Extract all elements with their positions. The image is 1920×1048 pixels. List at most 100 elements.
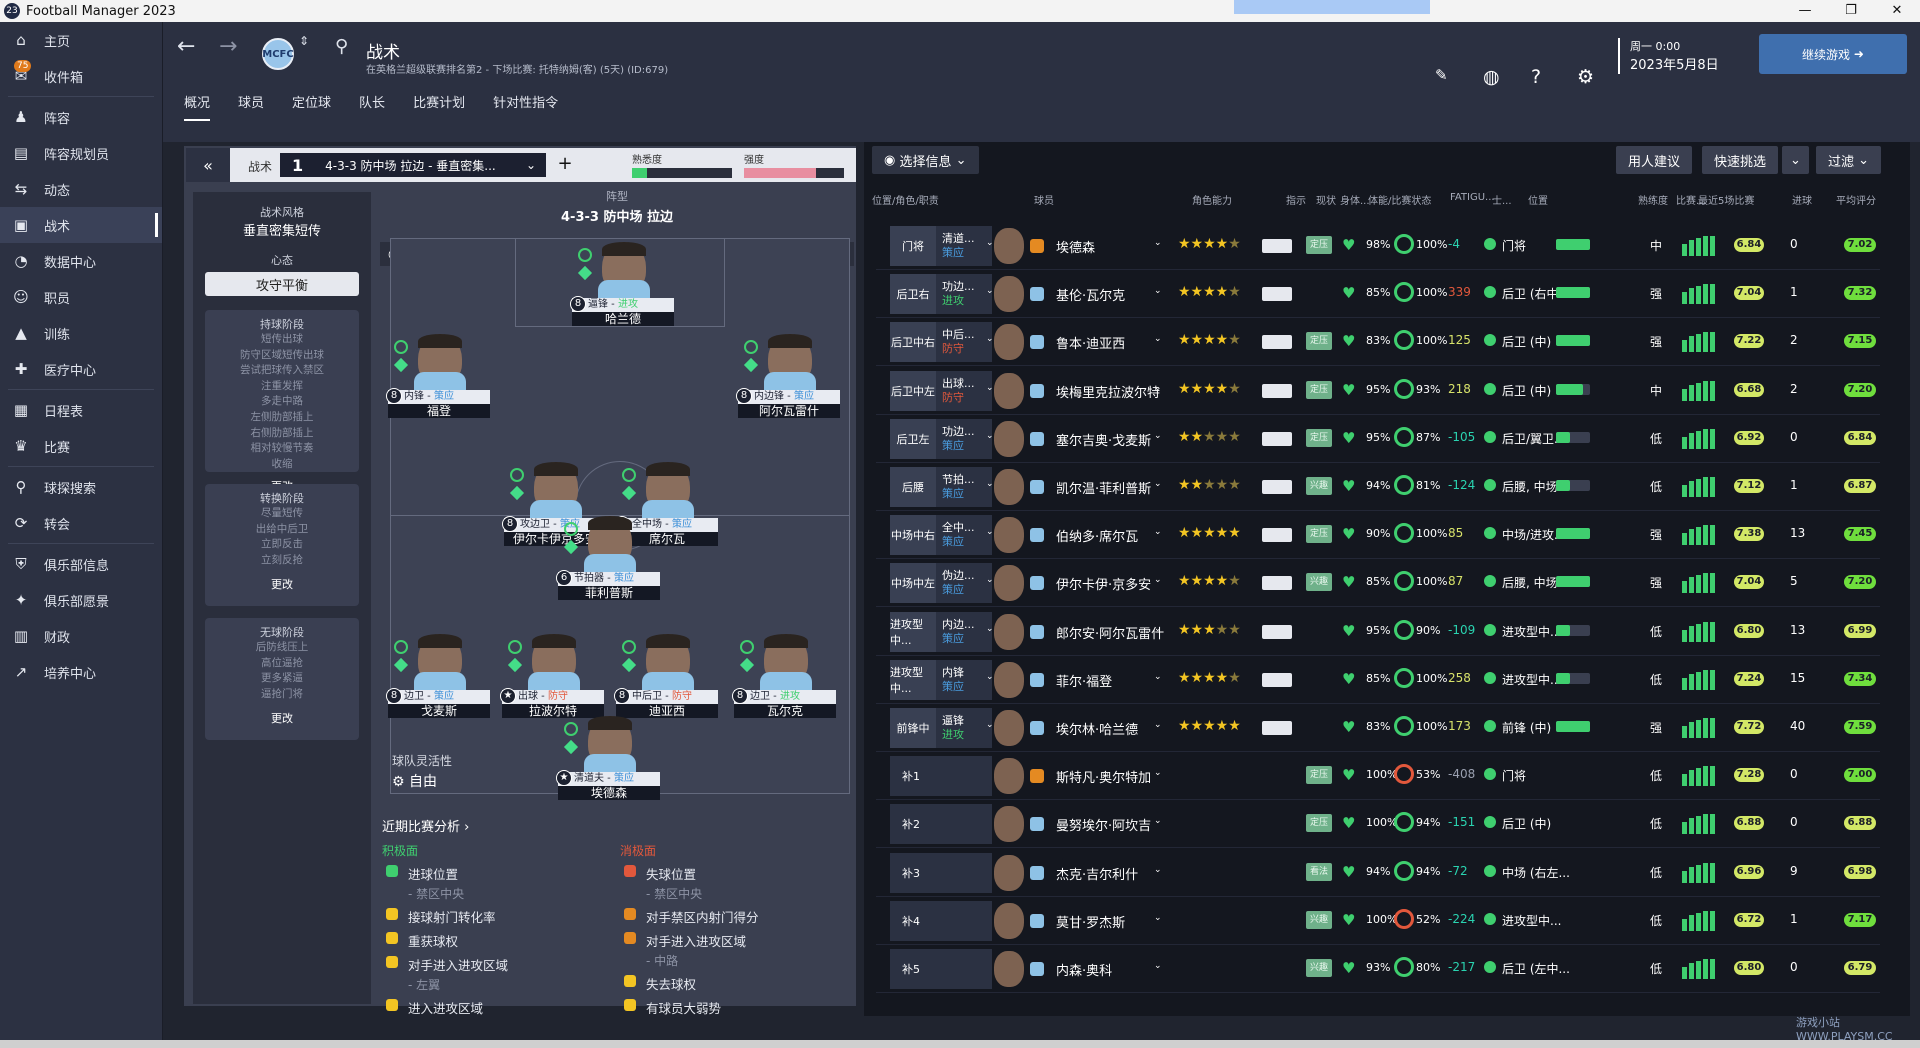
sidebar-item-dynamics[interactable]: ⇆ 动态	[0, 171, 162, 207]
transition-more[interactable]: 更改	[205, 576, 359, 592]
chevron-down-icon[interactable]: ⌄	[1154, 913, 1162, 923]
table-row[interactable]: 门将 清道... 策应 ⌄ 埃德森 ⌄ ★★★★★ 定压 ♥ 98% 100% -4 门将中 6.84 0 7…	[876, 222, 1880, 268]
player-role[interactable]: 逼锋 - 进攻	[572, 298, 674, 312]
chevron-down-icon[interactable]: ⌄	[986, 334, 994, 344]
chevron-down-icon[interactable]: ⌄	[1154, 672, 1162, 682]
table-row[interactable]: 后卫右 功边... 进攻 ⌄ 基伦·瓦尔克 ⌄ ★★★★★ ♥ 85% 100% 339 后卫 (右中…	[876, 270, 1880, 316]
row-position[interactable]: 补2	[890, 804, 992, 845]
player-name[interactable]: 瓦尔克	[734, 704, 836, 718]
chevron-down-icon[interactable]: ⌄	[986, 286, 994, 296]
column-header[interactable]: 现状	[1316, 192, 1336, 207]
add-tactic-icon[interactable]: +	[552, 153, 578, 177]
club-logo[interactable]: MCFC	[262, 38, 294, 70]
instruction-toggle[interactable]	[1262, 335, 1292, 350]
chevron-down-icon[interactable]: ⌄	[986, 575, 994, 585]
column-header[interactable]: 体能/比赛状态	[1368, 192, 1431, 207]
pitch-player[interactable]: 中后卫 - 防守 迪亚西 8	[614, 634, 718, 720]
chevron-down-icon[interactable]: ⌄	[1154, 816, 1162, 826]
instruction-toggle[interactable]	[1262, 239, 1292, 253]
column-header[interactable]: 身体...	[1340, 192, 1370, 207]
chevron-down-icon[interactable]: ⌄	[1154, 431, 1162, 441]
row-role[interactable]: 内边... 策应	[936, 611, 992, 652]
table-row[interactable]: 中场中右 全中... 策应 ⌄ 伯纳多·席尔瓦 ⌄ ★★★★★ 定压 ♥ 90% 100% 85 中场/…	[876, 511, 1880, 557]
player-role[interactable]: 清道夫 - 策应	[558, 772, 660, 786]
instruction-toggle[interactable]	[1262, 624, 1292, 639]
sidebar-item-transfer[interactable]: ⟳ 转会	[0, 505, 162, 541]
table-row[interactable]: 进攻型中... 内边... 策应 ⌄ 郎尔安·阿尔瓦雷什 ⌄ ★★★★★ ♥ 95% 90% -10…	[876, 608, 1880, 654]
pitch-player[interactable]: 出球 - 防守 拉波尔特 ★	[500, 634, 604, 720]
table-row[interactable]: 进攻型中... 内锋 策应 ⌄ 菲尔·福登 ⌄ ★★★★★ ♥ 85% 100% 258 进攻型中..…	[876, 656, 1880, 702]
row-position[interactable]: 补1	[890, 756, 992, 797]
chevron-down-icon[interactable]: ⌄	[986, 383, 994, 393]
row-role[interactable]: 中后... 防守	[936, 322, 992, 363]
player-name[interactable]: 菲利普斯	[558, 586, 660, 600]
player-role[interactable]: 出球 - 防守	[502, 690, 604, 704]
tab-3[interactable]: 队长	[359, 92, 385, 121]
column-header[interactable]: 最近5场比赛	[1698, 192, 1754, 207]
chevron-down-icon[interactable]: ⌄	[1154, 865, 1162, 875]
player-role[interactable]: 内边锋 - 策应	[738, 390, 840, 404]
instruction-toggle[interactable]	[1262, 431, 1292, 446]
row-position[interactable]: 进攻型中...	[890, 611, 936, 652]
sidebar-item-tactics[interactable]: ▣ 战术	[0, 207, 162, 243]
table-row[interactable]: 补3 杰克·吉尔利什 ⌄ 看法 ♥ 94% 94% -72 中场 (右左... 低 6.96 9 6.9…	[876, 849, 1880, 895]
row-role[interactable]: 逼锋 进攻	[936, 708, 992, 748]
chevron-down-icon[interactable]: ⌄	[1154, 624, 1162, 634]
player-name[interactable]: 哈兰德	[572, 312, 674, 326]
column-header[interactable]: FATIGU...	[1450, 192, 1495, 203]
player-role[interactable]: 边卫 - 进攻	[734, 690, 836, 704]
chevron-down-icon[interactable]: ⌄	[1154, 383, 1162, 393]
row-position[interactable]: 后卫左	[890, 418, 936, 459]
advice-button[interactable]: 用人建议	[1616, 146, 1693, 174]
back-arrow-icon[interactable]: ←	[177, 34, 195, 59]
tab-2[interactable]: 定位球	[292, 92, 331, 121]
pitch-player[interactable]: 边卫 - 进攻 瓦尔克 8	[732, 634, 836, 720]
column-header[interactable]: 士...	[1492, 192, 1512, 207]
search-icon[interactable]: ⚲	[335, 36, 348, 57]
table-row[interactable]: 后腰 节拍... 策应 ⌄ 凯尔温·菲利普斯 ⌄ ★★★★★ 兴趣 ♥ 94% 81% -124 后腰,…	[876, 463, 1880, 509]
row-role[interactable]: 节拍... 策应	[936, 467, 992, 507]
sidebar-item-training[interactable]: ▲ 训练	[0, 315, 162, 351]
table-row[interactable]: 补4 莫甘·罗杰斯 ⌄ 兴趣 ♥ 100% 52% -224 进攻型中... 低 6.72 1 7.17	[876, 897, 1880, 943]
player-role[interactable]: 内锋 - 策应	[388, 390, 490, 404]
quick-pick-chevron-icon[interactable]: ⌄	[1782, 146, 1809, 174]
sidebar-item-data[interactable]: ◔ 数据中心	[0, 243, 162, 279]
table-row[interactable]: 补1 斯特凡·奥尔特加 ⌄ 定压 ♥ 100% 53% -408 门将低 7.28 0 7.00	[876, 752, 1880, 798]
formation-select[interactable]: 4-3-3 防中场 拉边	[378, 206, 856, 225]
chevron-down-icon[interactable]: ⌄	[986, 238, 994, 248]
row-role[interactable]: 功边... 策应	[936, 418, 992, 459]
club-switch-icon[interactable]: ⇕	[299, 34, 309, 48]
quick-pick-button[interactable]: 快速挑选	[1702, 146, 1779, 174]
tactic-select[interactable]: 1 4-3-3 防中场 拉边 - 垂直密集... ⌄	[280, 153, 546, 177]
chevron-down-icon[interactable]: ⌄	[986, 720, 994, 730]
tab-0[interactable]: 概况	[184, 92, 211, 121]
table-row[interactable]: 补5 内森·奥科 ⌄ 兴趣 ♥ 93% 80% -217 后卫 (左中... 低 6.80 0 6.79	[876, 945, 1880, 991]
pitch-player[interactable]: 边卫 - 策应 戈麦斯 8	[386, 634, 490, 720]
chevron-down-icon[interactable]: ⌄	[1154, 961, 1162, 971]
player-name[interactable]: 戈麦斯	[388, 704, 490, 718]
style-box[interactable]: 战术风格 垂直密集短传	[193, 204, 371, 239]
column-header[interactable]: 位置	[1528, 192, 1548, 207]
sidebar-item-development[interactable]: ↗ 培养中心	[0, 654, 162, 690]
continue-button[interactable]: 继续游戏 ➜	[1759, 34, 1907, 74]
sidebar-item-finance[interactable]: ▥ 财政	[0, 618, 162, 654]
row-position[interactable]: 补5	[890, 949, 992, 989]
table-row[interactable]: 后卫中左 出球... 防守 ⌄ 埃梅里克拉波尔特 ⌄ ★★★★★ 定压 ♥ 95% 93% 218 后卫…	[876, 367, 1880, 413]
analysis-title[interactable]: 近期比赛分析 ›	[382, 816, 856, 835]
minimize-icon[interactable]: —	[1782, 0, 1828, 22]
sidebar-item-calendar[interactable]: ▦ 日程表	[0, 392, 162, 428]
chevron-down-icon[interactable]: ⌄	[986, 624, 994, 634]
table-row[interactable]: 中场中左 伪边... 策应 ⌄ 伊尔卡伊·京多安 ⌄ ★★★★★ 兴趣 ♥ 85% 100% 87 后腰…	[876, 559, 1880, 605]
row-position[interactable]: 前锋中	[890, 708, 936, 748]
column-header[interactable]: 进球	[1792, 192, 1812, 207]
in-possession-section[interactable]: 持球阶段 短传出球 防守区域短传出球 尝试把球传入禁区 注重发挥 多走中路 左侧肋部插上右…	[205, 310, 359, 493]
instruction-toggle[interactable]	[1262, 672, 1292, 687]
mentality-select[interactable]: 攻守平衡	[205, 272, 359, 296]
chevron-down-icon[interactable]: ⌄	[1154, 479, 1162, 489]
row-role[interactable]: 内锋 策应	[936, 659, 992, 700]
pitch-player[interactable]: 内锋 - 策应 福登 8	[386, 334, 490, 420]
chevron-down-icon[interactable]: ⌄	[1154, 238, 1162, 248]
row-position[interactable]: 后卫中右	[890, 322, 936, 363]
column-header[interactable]: 位置/角色/职责	[872, 192, 939, 207]
row-position[interactable]: 门将	[890, 226, 936, 266]
